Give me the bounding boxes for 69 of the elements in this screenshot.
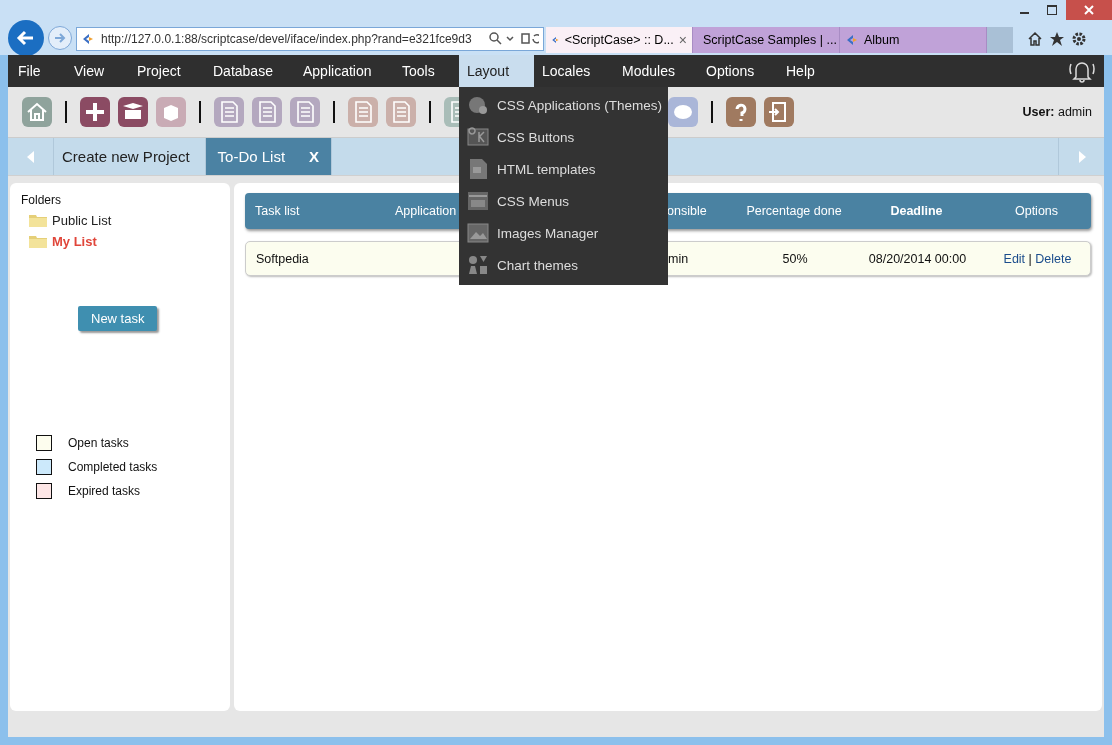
menu-item[interactable]: Tools [394,55,459,87]
dropdown-item[interactable]: CSS Menus [459,185,668,217]
browser-tab[interactable]: Album [840,27,987,53]
dropdown-item[interactable]: CSS Buttons [459,121,668,153]
new-task-button[interactable]: New task [78,306,158,331]
image-icon [467,222,489,244]
close-button[interactable] [1066,0,1112,20]
box-icon[interactable] [156,97,186,127]
open-box-icon[interactable] [118,97,148,127]
project-tab[interactable]: Create new Project [54,138,206,175]
exit-icon[interactable] [764,97,794,127]
menu-item[interactable]: Database [205,55,295,87]
column-header[interactable]: Task list [245,204,395,218]
menu-item[interactable]: Modules [614,55,698,87]
browser-tab[interactable]: <ScriptCase> :: D... × [546,27,693,53]
delete-link[interactable]: Delete [1035,251,1072,266]
folder-icon [29,214,47,227]
edit-link[interactable]: Edit [1003,251,1026,266]
legend-label: Open tasks [68,436,129,450]
template-icon [467,158,489,180]
dropdown-item[interactable]: HTML templates [459,153,668,185]
menu-item[interactable]: Options [698,55,778,87]
menu-item[interactable]: Layout [459,55,534,87]
link-separator: | [1028,251,1032,266]
menu-item[interactable]: View [66,55,129,87]
close-icon [1084,5,1094,15]
column-header[interactable]: Percentage done [739,204,849,218]
table-cell-text: Softpedia [255,251,310,266]
folder-icon [29,235,47,248]
forward-arrow-icon [53,31,67,45]
table-cell-text: min [668,251,690,266]
column-header[interactable]: Options [984,204,1089,218]
address-tools-icon[interactable] [489,32,539,46]
plus-icon[interactable] [80,97,110,127]
folders-title: Folders [21,193,62,207]
back-button[interactable] [8,20,44,56]
browser-tab[interactable]: ScriptCase Samples | ... [693,27,840,53]
folder-item[interactable]: Public List [52,213,112,228]
menu-item[interactable]: Help [778,55,838,87]
left-triangle-icon [26,150,35,163]
menu-item[interactable]: Application [295,55,394,87]
column-header[interactable]: onsible [667,204,739,218]
site-icon [845,33,859,47]
project-tab[interactable]: To-Do List X [205,138,333,175]
address-field[interactable]: http://127.0.0.1:88/scriptcase/devel/iface/index.php?rand=e321fce9d3 [76,27,544,51]
help-icon[interactable] [726,97,756,127]
menu-item[interactable]: File [10,55,66,87]
forward-button[interactable] [48,26,72,50]
menu-item[interactable]: Locales [534,55,614,87]
dropdown-item[interactable]: Images Manager [459,217,668,249]
dropdown-item[interactable]: CSS Applications (Themes) [459,89,668,121]
star-icon[interactable] [1049,31,1065,47]
dropdown-item[interactable]: Chart themes [459,249,668,281]
table-cell-text: 08/20/2014 00:00 [867,251,968,266]
themes-icon [467,94,489,116]
menu-item[interactable]: Project [129,55,205,87]
settings-icon[interactable] [1071,31,1087,47]
home-icon[interactable] [1027,31,1043,47]
site-icon [81,32,95,46]
column-header[interactable]: Deadline [849,204,984,218]
right-triangle-icon [1077,150,1086,163]
user-label: User: admin [1022,105,1092,119]
css-menu-icon [467,190,489,212]
legend-label: Expired tasks [68,484,141,498]
chart-icon [467,254,489,276]
ok-icon [467,126,489,148]
table-cell-text: 50% [781,251,809,266]
legend-label: Completed tasks [68,460,158,474]
folder-item[interactable]: My List [52,234,97,249]
